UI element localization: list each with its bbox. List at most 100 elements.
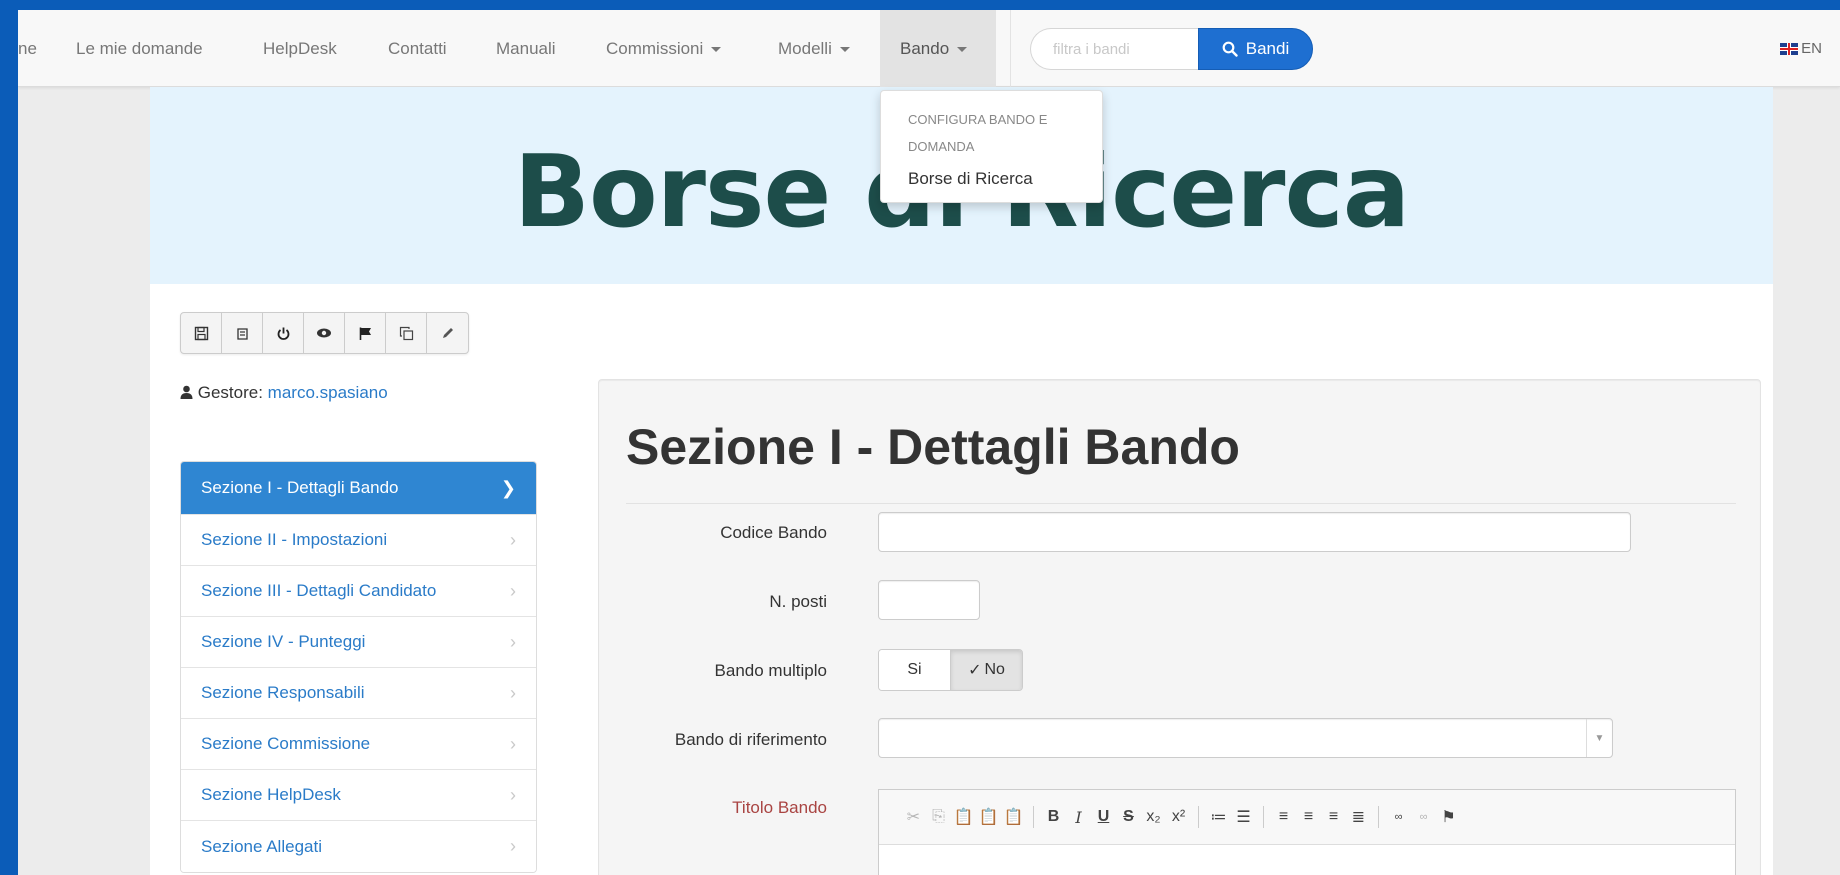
bando-dropdown-menu: Configura bando e domanda Borse di Ricer… <box>880 90 1103 203</box>
bando-multiplo-yes[interactable]: Si <box>879 650 950 690</box>
nav-item-label: Bando <box>900 39 950 58</box>
subscript-icon[interactable]: x₂ <box>1141 808 1166 826</box>
nav-item-commissions[interactable]: Commissioni <box>606 10 722 87</box>
sidebar-item-label: Sezione Responsabili <box>201 683 365 702</box>
chevron-right-icon: › <box>510 631 516 652</box>
page-content: Borse di Ricerca <box>150 87 1773 875</box>
archive-button[interactable] <box>222 313 263 353</box>
sidebar-item-sezione-iv[interactable]: Sezione IV - Punteggi › <box>181 617 536 668</box>
n-posti-input[interactable] <box>878 580 980 620</box>
align-center-icon[interactable]: ≡ <box>1296 808 1321 826</box>
chevron-right-icon: › <box>510 784 516 805</box>
nav-item-label: Le mie domande <box>76 39 203 58</box>
edit-button[interactable] <box>427 313 468 353</box>
nav-item-label: Commissioni <box>606 39 704 58</box>
dropdown-header: Configura bando e domanda <box>908 112 1048 154</box>
n-posti-label: N. posti <box>769 592 827 611</box>
search-button-label: Bandi <box>1245 39 1290 58</box>
paste-icon[interactable]: 📋 <box>951 807 976 827</box>
language-switch[interactable]: EN <box>1780 10 1822 87</box>
user-icon <box>180 385 193 399</box>
toggle-label: No <box>984 661 1005 678</box>
sidebar-item-responsabili[interactable]: Sezione Responsabili › <box>181 668 536 719</box>
nav-item-label: Contatti <box>388 39 447 58</box>
nav-item-manuals[interactable]: Manuali <box>496 10 556 87</box>
nav-item-label: Manuali <box>496 39 556 58</box>
manager-info: Gestore: marco.spasiano <box>180 383 388 403</box>
titolo-bando-editor-body[interactable] <box>879 844 1735 875</box>
nav-item-label: HelpDesk <box>263 39 337 58</box>
sidebar-item-label: Sezione IV - Punteggi <box>201 632 366 651</box>
toolbar-separator <box>1033 806 1034 828</box>
codice-bando-input[interactable] <box>878 512 1631 552</box>
bando-multiplo-label: Bando multiplo <box>714 661 827 680</box>
bando-multiplo-no[interactable]: ✓ No <box>950 650 1022 690</box>
nav-item-bando[interactable]: Bando <box>880 10 996 87</box>
nav-item-contacts[interactable]: Contatti <box>388 10 447 87</box>
copy-icon[interactable]: ⎘ <box>926 808 951 826</box>
browser-frame: ne Le mie domande HelpDesk Contatti Manu… <box>18 10 1840 875</box>
titolo-bando-label: Titolo Bando <box>732 798 827 817</box>
chevron-right-icon: › <box>510 580 516 601</box>
uk-flag-icon <box>1780 42 1799 55</box>
anchor-flag-icon[interactable]: ⚑ <box>1436 807 1461 827</box>
nav-item-label: ne <box>18 39 37 58</box>
form-panel: Sezione I - Dettagli Bando Codice Bando … <box>598 379 1761 875</box>
nav-item-models[interactable]: Modelli <box>778 10 850 87</box>
link-icon[interactable]: ∞ <box>1386 811 1411 823</box>
search-button[interactable]: Bandi <box>1198 28 1313 70</box>
bullet-list-icon[interactable]: ☰ <box>1231 807 1256 827</box>
sidebar-item-label: Sezione II - Impostazioni <box>201 530 388 549</box>
sidebar-item-label: Sezione Allegati <box>201 836 322 856</box>
search-input[interactable] <box>1030 28 1200 70</box>
nav-item-helpdesk[interactable]: HelpDesk <box>263 10 337 87</box>
sidebar-item-label: Sezione III - Dettagli Candidato <box>201 581 437 600</box>
eye-icon <box>317 328 331 338</box>
search-group: Bandi <box>1030 28 1323 70</box>
sidebar-item-sezione-iii[interactable]: Sezione III - Dettagli Candidato › <box>181 566 536 617</box>
caret-down-icon <box>957 47 968 53</box>
sidebar-item-allegati[interactable]: Sezione Allegati › <box>181 821 536 872</box>
save-icon <box>194 326 208 340</box>
sidebar-item-helpdesk[interactable]: Sezione HelpDesk › <box>181 770 536 821</box>
power-button[interactable] <box>263 313 304 353</box>
titolo-bando-editor: ✂ ⎘ 📋 📋 📋 B I U S x₂ x² ≔ ☰ ≡ ≡ ≡ ≣ ∞ ∞ … <box>878 789 1736 875</box>
toolbar-separator <box>1378 806 1379 828</box>
align-right-icon[interactable]: ≡ <box>1321 808 1346 826</box>
align-left-icon[interactable]: ≡ <box>1271 808 1296 826</box>
sidebar-item-sezione-i[interactable]: Sezione I - Dettagli Bando ❯ <box>181 462 536 515</box>
copy-icon <box>399 326 413 340</box>
language-label: EN <box>1801 40 1822 57</box>
publish-button[interactable] <box>345 313 386 353</box>
sidebar-item-commissione[interactable]: Sezione Commissione › <box>181 719 536 770</box>
bando-riferimento-label: Bando di riferimento <box>674 730 827 749</box>
preview-button[interactable] <box>304 313 345 353</box>
nav-separator <box>1010 10 1011 87</box>
save-button[interactable] <box>181 313 222 353</box>
section-nav: Sezione I - Dettagli Bando ❯ Sezione II -… <box>180 461 537 873</box>
bold-icon[interactable]: B <box>1041 808 1066 826</box>
nav-item-home[interactable]: ne <box>18 10 37 87</box>
manager-user-link[interactable]: marco.spasiano <box>268 383 388 402</box>
dropdown-item-borse-di-ricerca[interactable]: Borse di Ricerca <box>908 169 1033 189</box>
nav-item-my-applications[interactable]: Le mie domande <box>76 10 203 87</box>
cut-icon[interactable]: ✂ <box>901 807 926 827</box>
top-navbar: ne Le mie domande HelpDesk Contatti Manu… <box>18 10 1840 87</box>
sidebar-item-sezione-ii[interactable]: Sezione II - Impostazioni › <box>181 515 536 566</box>
align-justify-icon[interactable]: ≣ <box>1346 807 1371 827</box>
bando-riferimento-select[interactable]: ▼ <box>878 718 1613 758</box>
section-title: Sezione I - Dettagli Bando <box>626 419 1240 475</box>
paste-text-icon[interactable]: 📋 <box>976 807 1001 827</box>
copy-button[interactable] <box>386 313 427 353</box>
strikethrough-icon[interactable]: S <box>1116 808 1141 826</box>
divider <box>626 503 1736 504</box>
underline-icon[interactable]: U <box>1091 808 1116 826</box>
numbered-list-icon[interactable]: ≔ <box>1206 807 1231 827</box>
sidebar-item-label: Sezione I - Dettagli Bando <box>201 478 399 497</box>
manager-label: Gestore: <box>197 383 263 402</box>
italic-icon[interactable]: I <box>1066 808 1091 827</box>
superscript-icon[interactable]: x² <box>1166 808 1191 826</box>
action-toolbar <box>180 312 469 354</box>
paste-word-icon[interactable]: 📋 <box>1001 807 1026 827</box>
unlink-icon[interactable]: ∞ <box>1411 811 1436 823</box>
